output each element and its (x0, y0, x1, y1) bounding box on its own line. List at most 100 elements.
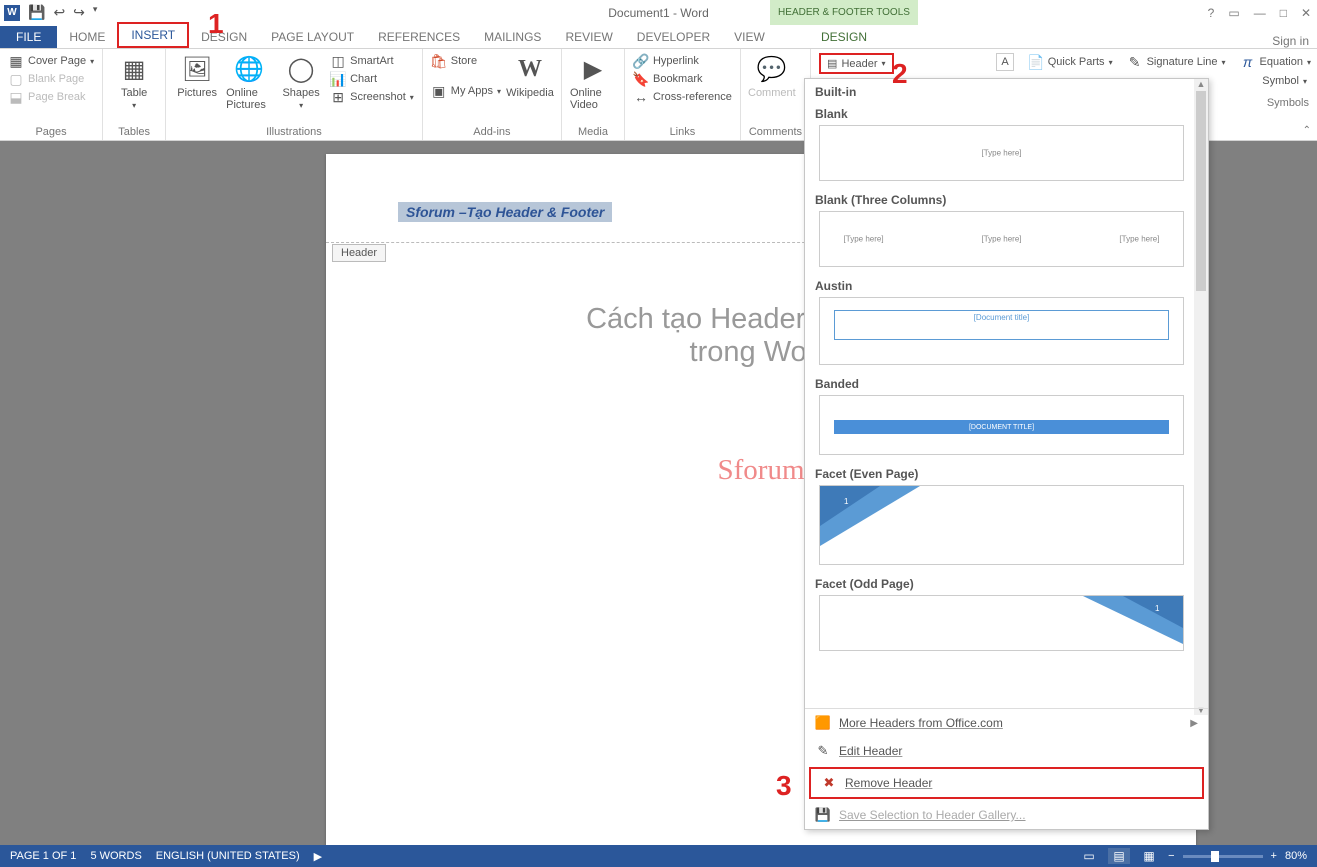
gallery-item-blank-three-columns[interactable]: [Type here][Type here][Type here] (819, 211, 1184, 267)
header-tag: Header (332, 244, 386, 262)
signature-line-button[interactable]: ✎Signature Line▾ (1127, 53, 1226, 71)
web-layout-icon[interactable]: ▦ (1138, 848, 1160, 864)
read-mode-icon[interactable]: ▭ (1078, 848, 1100, 864)
bookmark-button[interactable]: 🔖Bookmark (633, 71, 732, 87)
cross-reference-button[interactable]: ↔Cross-reference (633, 89, 732, 105)
tab-view[interactable]: VIEW (722, 26, 777, 48)
tab-references[interactable]: REFERENCES (366, 26, 472, 48)
cover-page-button[interactable]: ▦Cover Page▾ (8, 53, 94, 69)
zoom-out-icon[interactable]: − (1168, 850, 1174, 862)
qat-customize-icon[interactable]: ▾ (93, 4, 98, 21)
window-title: Document1 - Word (608, 6, 708, 20)
header-button[interactable]: ▤ Header ▾ (819, 53, 894, 74)
print-layout-icon[interactable]: ▤ (1108, 848, 1130, 864)
shapes-button[interactable]: ◯Shapes▾ (278, 53, 324, 126)
tab-review[interactable]: REVIEW (553, 26, 624, 48)
group-label-media: Media (570, 126, 616, 140)
tab-page-layout[interactable]: PAGE LAYOUT (259, 26, 366, 48)
scroll-up-icon[interactable]: ▲ (1194, 79, 1208, 89)
collapse-ribbon-icon[interactable]: ⌃ (1303, 125, 1311, 136)
remove-header-menuitem[interactable]: ✖ Remove Header (809, 767, 1204, 799)
myapps-button[interactable]: ▣My Apps▾ (431, 83, 501, 99)
gallery-item-facet-even[interactable]: 1 (819, 485, 1184, 565)
save-to-gallery-menuitem: 💾 Save Selection to Header Gallery... (805, 801, 1208, 829)
help-icon[interactable]: ? (1208, 6, 1215, 20)
blank-page-button[interactable]: ▢Blank Page (8, 71, 94, 87)
store-button[interactable]: 🛍Store (431, 53, 501, 69)
signature-icon: ✎ (1127, 54, 1143, 70)
edit-header-icon: ✎ (815, 743, 831, 759)
ribbon-tabs: FILE HOME INSERT DESIGN PAGE LAYOUT REFE… (0, 25, 1317, 49)
macro-icon[interactable]: ▶ (314, 850, 322, 863)
online-video-button[interactable]: ▶Online Video (570, 53, 616, 111)
zoom-in-icon[interactable]: + (1271, 850, 1277, 862)
group-links: 🔗Hyperlink 🔖Bookmark ↔Cross-reference Li… (625, 49, 741, 140)
table-button[interactable]: ▦Table▾ (111, 53, 157, 110)
bookmark-icon: 🔖 (633, 71, 649, 87)
gallery-scrollbar[interactable]: ▲ ▼ (1194, 79, 1208, 715)
wikipedia-button[interactable]: WWikipedia (507, 53, 553, 126)
tab-home[interactable]: HOME (57, 26, 117, 48)
save-icon[interactable]: 💾 (28, 4, 45, 21)
hyperlink-icon: 🔗 (633, 53, 649, 69)
smartart-button[interactable]: ◫SmartArt (330, 53, 414, 69)
group-label-comments: Comments (749, 126, 802, 140)
minimize-icon[interactable]: — (1254, 6, 1266, 20)
pictures-button[interactable]: 🖼Pictures (174, 53, 220, 126)
tab-mailings[interactable]: MAILINGS (472, 26, 553, 48)
tab-insert[interactable]: INSERT (117, 22, 189, 48)
gallery-item-blank-label: Blank (805, 101, 1194, 125)
screenshot-button[interactable]: ⊞Screenshot▾ (330, 89, 414, 105)
ribbon-display-icon[interactable]: ▭ (1228, 6, 1239, 20)
equation-button[interactable]: πEquation▾ (1240, 53, 1311, 71)
comment-button[interactable]: 💬Comment (749, 53, 795, 99)
contextual-tab-header: HEADER & FOOTER TOOLS (770, 0, 918, 25)
zoom-slider[interactable] (1183, 855, 1263, 858)
scroll-thumb[interactable] (1196, 91, 1206, 291)
redo-icon[interactable]: ↪ (73, 4, 85, 21)
gallery-item-austin[interactable]: [Document title] (819, 297, 1184, 365)
group-label-pages: Pages (8, 126, 94, 140)
gallery-section-builtin: Built-in (805, 79, 1208, 101)
online-pictures-button[interactable]: 🌐Online Pictures (226, 53, 272, 126)
header-text[interactable]: Sforum –Tạo Header & Footer (398, 202, 612, 222)
word-icon: W (4, 5, 20, 21)
status-language[interactable]: ENGLISH (UNITED STATES) (156, 850, 300, 863)
remove-header-icon: ✖ (821, 775, 837, 791)
hyperlink-button[interactable]: 🔗Hyperlink (633, 53, 732, 69)
gallery-item-blank3-label: Blank (Three Columns) (805, 187, 1194, 211)
tab-header-footer-design[interactable]: DESIGN (770, 26, 918, 48)
gallery-item-blank[interactable]: [Type here] (819, 125, 1184, 181)
zoom-level[interactable]: 80% (1285, 850, 1307, 862)
more-headers-menuitem[interactable]: 🟧 More Headers from Office.com ▶ (805, 709, 1208, 737)
status-page[interactable]: PAGE 1 OF 1 (10, 850, 76, 863)
sign-in-link[interactable]: Sign in (1272, 34, 1309, 48)
quick-parts-button[interactable]: 📄Quick Parts▾ (1028, 53, 1113, 71)
online-pictures-icon: 🌐 (233, 53, 265, 85)
shapes-icon: ◯ (285, 53, 317, 85)
status-words[interactable]: 5 WORDS (90, 850, 141, 863)
group-label-illustrations: Illustrations (174, 126, 414, 140)
annotation-1: 1 (208, 8, 224, 40)
table-icon: ▦ (118, 53, 150, 85)
close-icon[interactable]: ✕ (1301, 6, 1311, 20)
chevron-right-icon: ▶ (1190, 718, 1198, 729)
tab-developer[interactable]: DEVELOPER (625, 26, 722, 48)
chart-button[interactable]: 📊Chart (330, 71, 414, 87)
gallery-item-banded[interactable]: [DOCUMENT TITLE] (819, 395, 1184, 455)
page-break-icon: ⬓ (8, 89, 24, 105)
gallery-item-facet-odd[interactable]: 1 (819, 595, 1184, 651)
edit-header-menuitem[interactable]: ✎ Edit Header (805, 737, 1208, 765)
maximize-icon[interactable]: □ (1280, 6, 1287, 20)
annotation-3: 3 (776, 770, 792, 802)
undo-icon[interactable]: ↩ (53, 4, 65, 21)
chevron-down-icon: ▾ (882, 59, 886, 68)
symbol-button[interactable]: Symbol▾ (1262, 75, 1307, 87)
page-break-button[interactable]: ⬓Page Break (8, 89, 94, 105)
text-box-icon-button[interactable]: A (996, 53, 1013, 71)
group-addins: 🛍Store ▣My Apps▾ WWikipedia Add-ins (423, 49, 562, 140)
status-bar: PAGE 1 OF 1 5 WORDS ENGLISH (UNITED STAT… (0, 845, 1317, 867)
tab-design[interactable]: DESIGN (189, 26, 259, 48)
myapps-icon: ▣ (431, 83, 447, 99)
tab-file[interactable]: FILE (0, 26, 57, 48)
